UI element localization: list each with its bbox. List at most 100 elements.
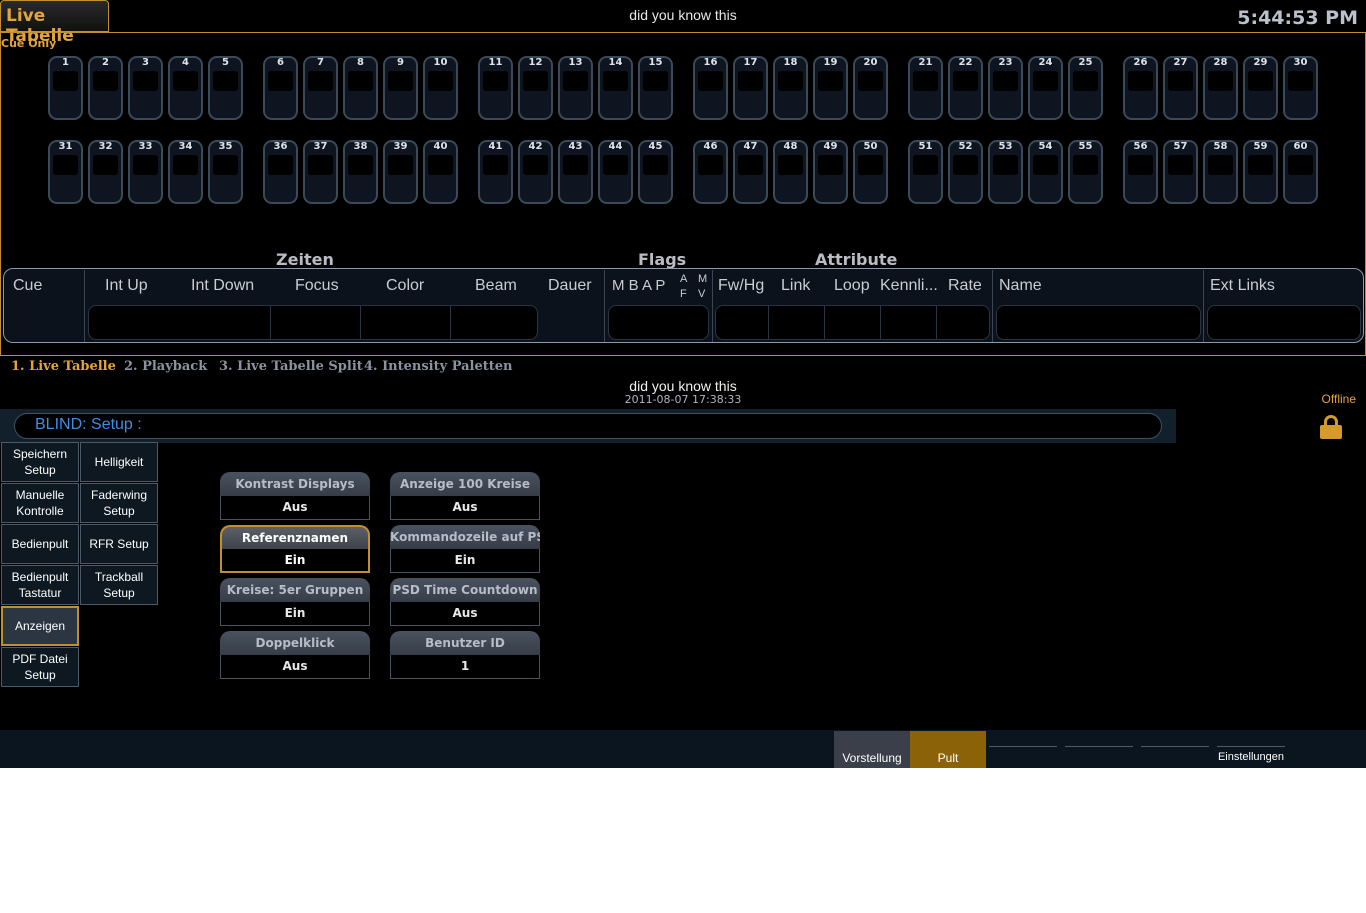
anzeigen-button[interactable]: Anzeigen [1,606,79,646]
col-ext-links[interactable]: Ext Links [1210,277,1275,295]
fader-59[interactable]: 59 [1243,140,1278,204]
fader-34[interactable]: 34 [168,140,203,204]
setting-benutzer-id[interactable]: Benutzer ID 1 [390,631,540,679]
setting-referenznamen[interactable]: Referenznamen Ein [220,525,370,573]
fader-19[interactable]: 19 [813,56,848,120]
fader-20[interactable]: 20 [853,56,888,120]
col-fw-hg[interactable]: Fw/Hg [718,277,764,295]
col-flags[interactable]: M B A P [612,277,665,294]
fader-42[interactable]: 42 [518,140,553,204]
fader-9[interactable]: 9 [383,56,418,120]
fader-54[interactable]: 54 [1028,140,1063,204]
fader-31[interactable]: 31 [48,140,83,204]
fader-39[interactable]: 39 [383,140,418,204]
command-line[interactable] [14,413,1162,439]
rfr-setup-button[interactable]: RFR Setup [80,524,158,564]
fader-38[interactable]: 38 [343,140,378,204]
col-int-up[interactable]: Int Up [105,277,148,295]
col-beam[interactable]: Beam [475,277,517,295]
footer-tab-einstellungen[interactable]: Einstellungen [1213,731,1289,768]
fader-58[interactable]: 58 [1203,140,1238,204]
attribute-cells[interactable] [715,305,990,340]
col-color[interactable]: Color [386,277,424,295]
fader-4[interactable]: 4 [168,56,203,120]
fader-2[interactable]: 2 [88,56,123,120]
fader-51[interactable]: 51 [908,140,943,204]
fader-16[interactable]: 16 [693,56,728,120]
fader-52[interactable]: 52 [948,140,983,204]
fader-5[interactable]: 5 [208,56,243,120]
fader-13[interactable]: 13 [558,56,593,120]
fader-11[interactable]: 11 [478,56,513,120]
fader-21[interactable]: 21 [908,56,943,120]
fader-41[interactable]: 41 [478,140,513,204]
footer-slot[interactable] [1141,746,1209,747]
speichern-setup-button[interactable]: Speichern Setup [1,442,79,482]
fader-29[interactable]: 29 [1243,56,1278,120]
fader-56[interactable]: 56 [1123,140,1158,204]
fader-8[interactable]: 8 [343,56,378,120]
fader-6[interactable]: 6 [263,56,298,120]
fader-26[interactable]: 26 [1123,56,1158,120]
tab-live-tabelle[interactable]: 1. Live Tabelle [11,359,116,374]
faderwing-setup-button[interactable]: Faderwing Setup [80,483,158,523]
col-kennli[interactable]: Kennli... [880,277,938,295]
col-int-down[interactable]: Int Down [191,277,254,295]
pdf-datei-setup-button[interactable]: PDF Datei Setup [1,647,79,687]
fader-53[interactable]: 53 [988,140,1023,204]
footer-slot[interactable] [1065,746,1133,747]
fader-25[interactable]: 25 [1068,56,1103,120]
bedienpult-button[interactable]: Bedienpult [1,524,79,564]
fader-1[interactable]: 1 [48,56,83,120]
times-cells[interactable] [88,305,538,340]
helligkeit-button[interactable]: Helligkeit [80,442,158,482]
fader-30[interactable]: 30 [1283,56,1318,120]
fader-10[interactable]: 10 [423,56,458,120]
fader-33[interactable]: 33 [128,140,163,204]
fader-44[interactable]: 44 [598,140,633,204]
manuelle-kontrolle-button[interactable]: Manuelle Kontrolle [1,483,79,523]
setting-kreise-5er-gruppen[interactable]: Kreise: 5er Gruppen Ein [220,578,370,626]
fader-17[interactable]: 17 [733,56,768,120]
tab-playback[interactable]: 2. Playback [124,359,207,374]
fader-24[interactable]: 24 [1028,56,1063,120]
setting-doppelklick[interactable]: Doppelklick Aus [220,631,370,679]
fader-46[interactable]: 46 [693,140,728,204]
fader-37[interactable]: 37 [303,140,338,204]
fader-15[interactable]: 15 [638,56,673,120]
fader-47[interactable]: 47 [733,140,768,204]
fader-18[interactable]: 18 [773,56,808,120]
col-name[interactable]: Name [999,277,1042,295]
fader-49[interactable]: 49 [813,140,848,204]
fader-55[interactable]: 55 [1068,140,1103,204]
name-cell[interactable] [996,305,1201,340]
trackball-setup-button[interactable]: Trackball Setup [80,565,158,605]
col-rate[interactable]: Rate [948,277,982,295]
tab-intensity-paletten[interactable]: 4. Intensity Paletten [364,359,513,374]
fader-3[interactable]: 3 [128,56,163,120]
fader-48[interactable]: 48 [773,140,808,204]
fader-23[interactable]: 23 [988,56,1023,120]
fader-50[interactable]: 50 [853,140,888,204]
lock-icon[interactable] [1320,415,1342,439]
bedienpult-tastatur-button[interactable]: Bedienpult Tastatur [1,565,79,605]
fader-32[interactable]: 32 [88,140,123,204]
fader-27[interactable]: 27 [1163,56,1198,120]
col-cue[interactable]: Cue [13,277,42,295]
fader-12[interactable]: 12 [518,56,553,120]
fader-36[interactable]: 36 [263,140,298,204]
fader-28[interactable]: 28 [1203,56,1238,120]
fader-7[interactable]: 7 [303,56,338,120]
fader-35[interactable]: 35 [208,140,243,204]
setting-psd-time-countdown[interactable]: PSD Time Countdown Aus [390,578,540,626]
setting-kontrast-displays[interactable]: Kontrast Displays Aus [220,472,370,520]
col-link[interactable]: Link [781,277,810,295]
col-loop[interactable]: Loop [834,277,870,295]
setting-anzeige-100-kreise[interactable]: Anzeige 100 Kreise Aus [390,472,540,520]
fader-43[interactable]: 43 [558,140,593,204]
tab-live-tabelle-split[interactable]: 3. Live Tabelle Split [219,359,363,374]
fader-40[interactable]: 40 [423,140,458,204]
fader-45[interactable]: 45 [638,140,673,204]
fader-14[interactable]: 14 [598,56,633,120]
footer-tab-vorstellung[interactable]: Vorstellung [834,731,910,768]
